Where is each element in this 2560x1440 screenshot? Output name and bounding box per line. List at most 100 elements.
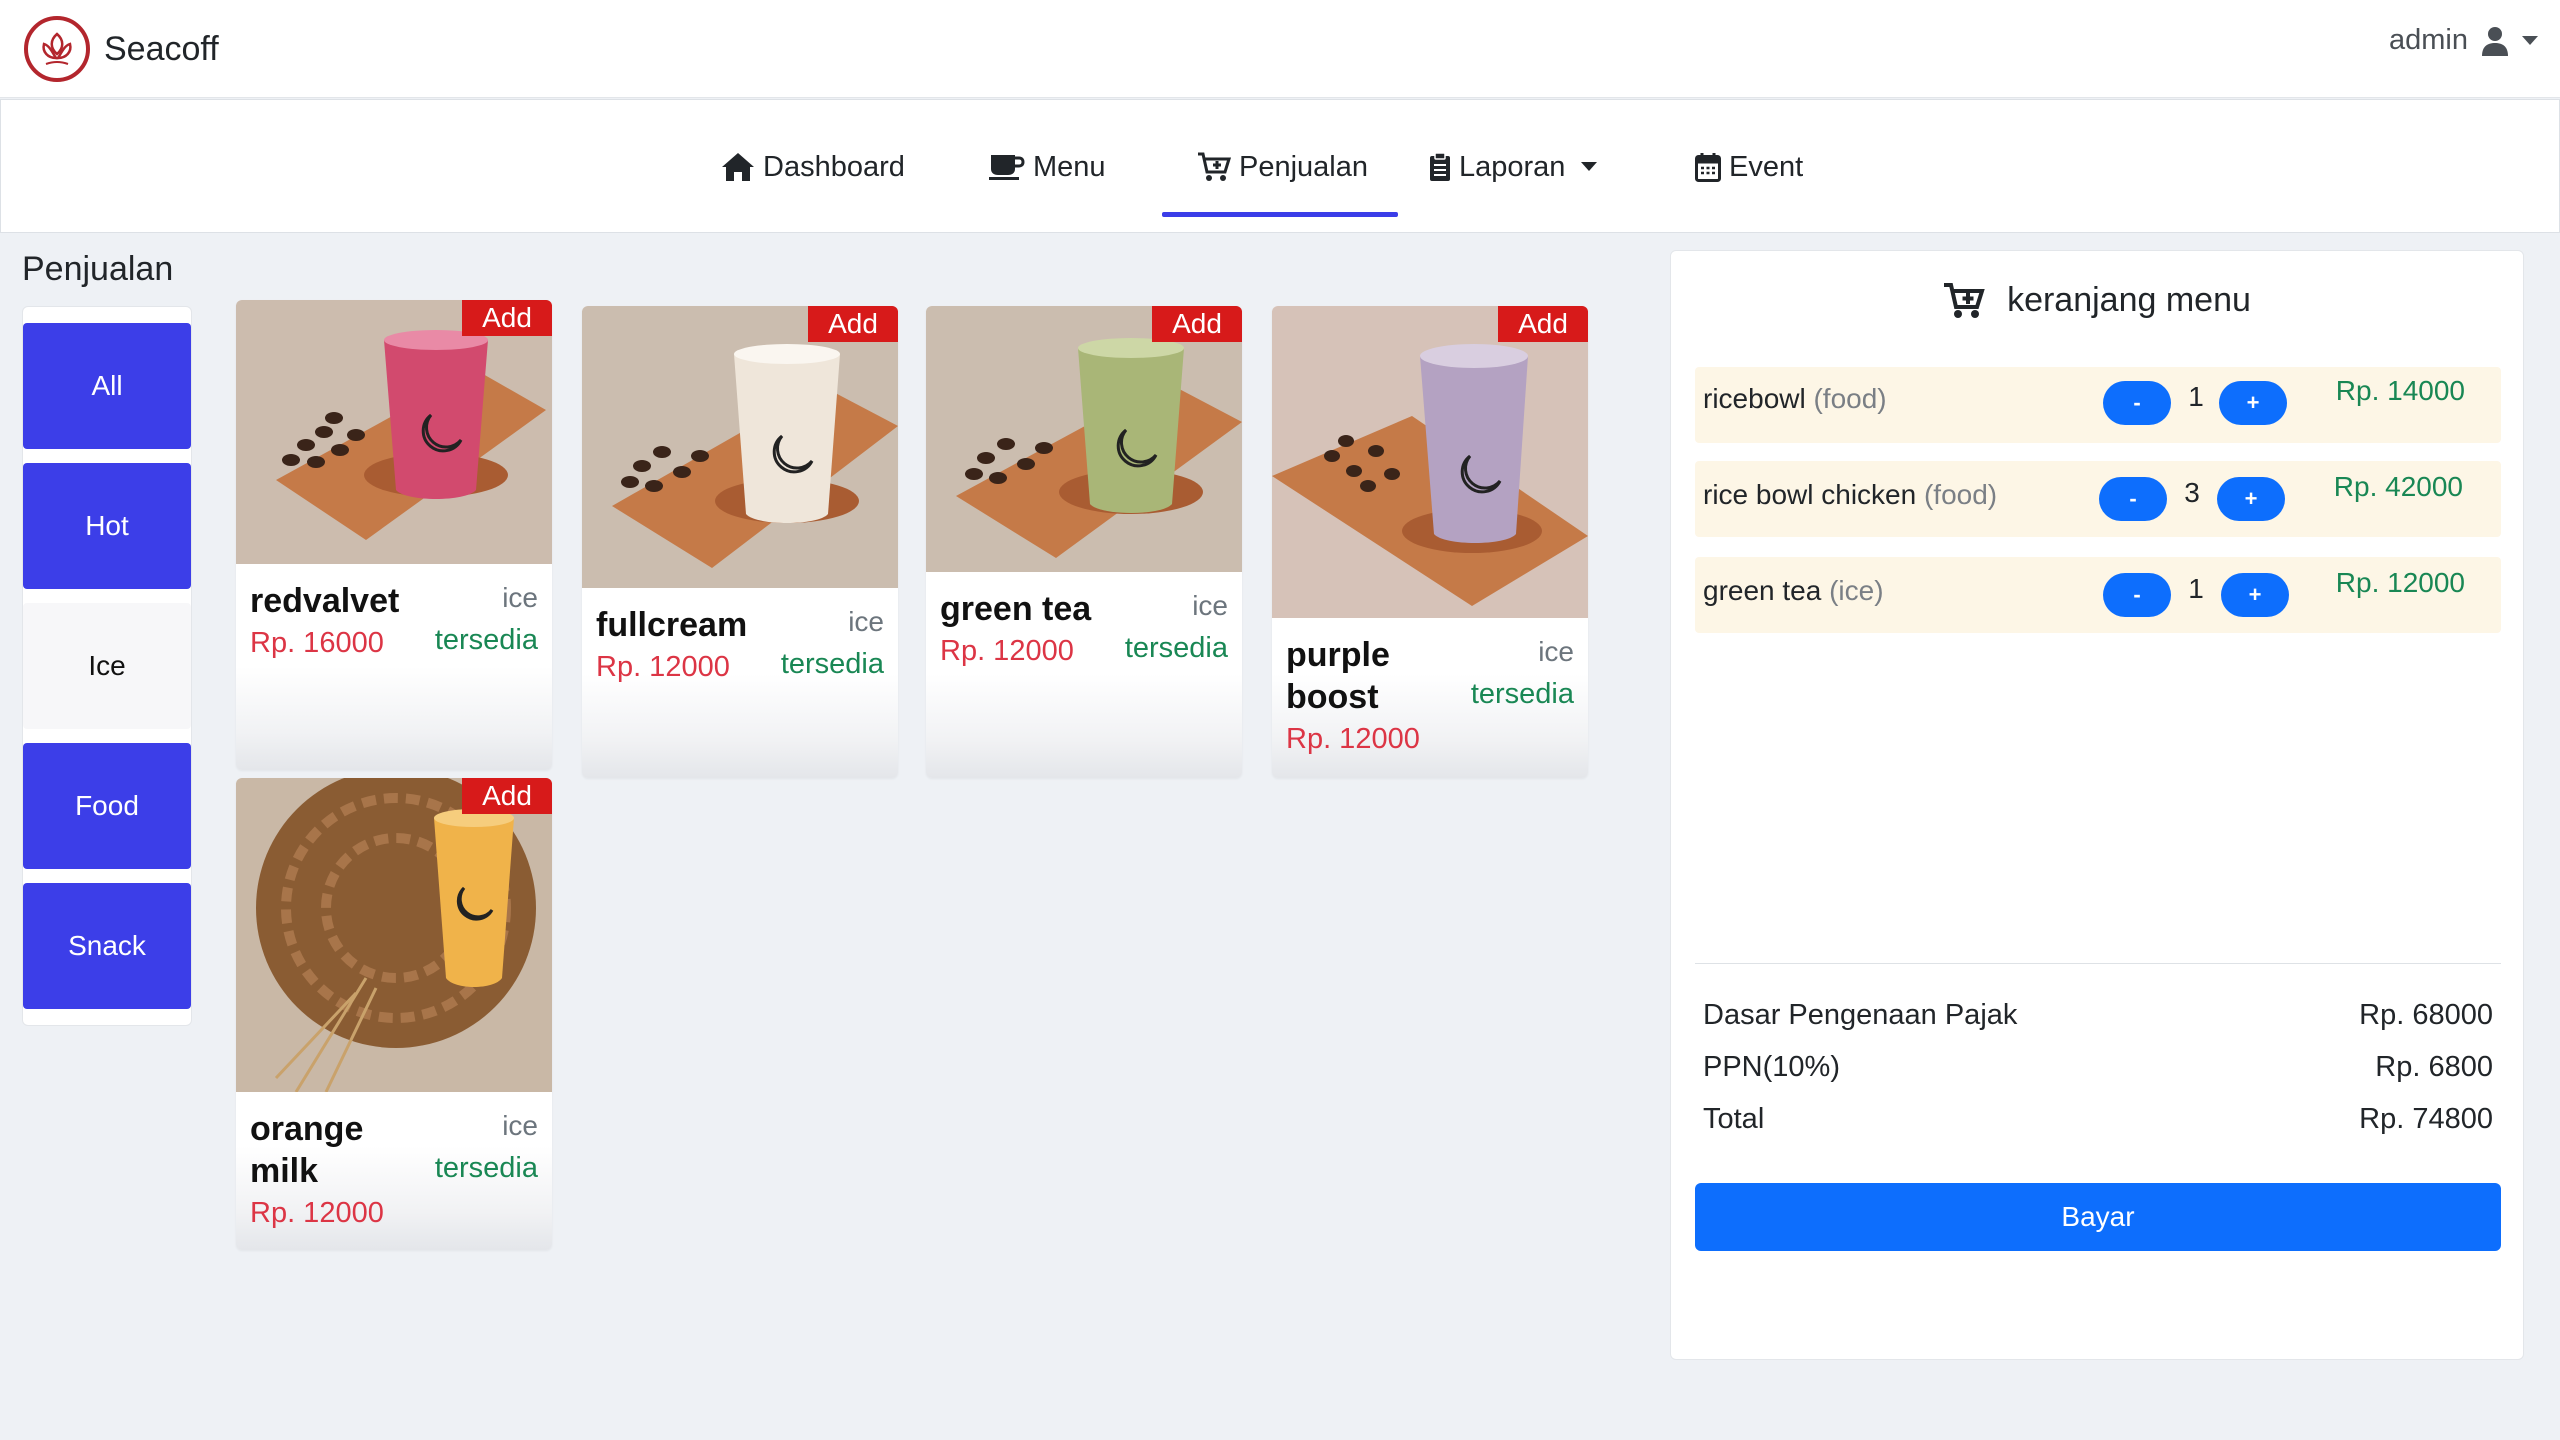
- home-icon: [722, 153, 754, 181]
- category-food-button[interactable]: Food: [23, 743, 191, 869]
- cart-item-title: ricebowl: [1703, 383, 1806, 414]
- product-name: fullcream: [596, 606, 748, 644]
- cart-item-price: Rp. 42000: [2333, 471, 2463, 502]
- nav-dashboard-label: Dashboard: [763, 150, 905, 183]
- clipboard-list-icon: [1430, 152, 1450, 181]
- cart-item-title: green tea: [1703, 575, 1822, 606]
- product-name: purple boost: [1286, 636, 1390, 716]
- cart-divider: [1695, 963, 2501, 964]
- ppn-value: Rp. 6800: [2375, 1051, 2493, 1083]
- add-button[interactable]: Add: [462, 778, 552, 814]
- product-card-green-tea[interactable]: Add green tea ice tersedia Rp. 12000: [926, 306, 1242, 778]
- product-status: tersedia: [780, 648, 884, 680]
- category-all-button[interactable]: All: [23, 323, 191, 449]
- nav-menu[interactable]: Menu: [989, 100, 1106, 234]
- product-image: Add: [236, 778, 552, 1092]
- increase-qty-button[interactable]: +: [2219, 381, 2287, 425]
- user-icon: [2482, 26, 2508, 56]
- coffee-cup-icon: [989, 155, 1025, 180]
- product-status: tersedia: [1470, 678, 1574, 710]
- user-menu[interactable]: admin: [2389, 24, 2538, 57]
- product-info: green tea ice tersedia Rp. 12000: [926, 572, 1242, 672]
- cart-item-green-tea: green tea (ice) - 1 + Rp. 12000: [1695, 557, 2501, 633]
- product-card-orange-milk[interactable]: Add orange milk ice tersedia Rp. 12000: [236, 778, 552, 1250]
- product-name: green tea: [940, 590, 1092, 628]
- quantity-value: 3: [2184, 477, 2200, 508]
- add-button[interactable]: Add: [808, 306, 898, 342]
- add-button[interactable]: Add: [1152, 306, 1242, 342]
- cart-item-rice-bowl-chicken: rice bowl chicken (food) - 3 + Rp. 42000: [1695, 461, 2501, 537]
- decrease-qty-button[interactable]: -: [2103, 381, 2171, 425]
- nav-event-label: Event: [1729, 150, 1804, 183]
- product-image: Add: [236, 300, 552, 564]
- nav-dashboard[interactable]: Dashboard: [721, 100, 905, 234]
- top-bar: Seacoff admin: [0, 0, 2560, 98]
- cart-item-price: Rp. 12000: [2335, 567, 2465, 598]
- summary-dpp: Dasar Pengenaan Pajak Rp. 68000: [1703, 999, 2493, 1032]
- caret-down-icon: [2522, 35, 2538, 45]
- cart-plus-icon: [1198, 152, 1231, 181]
- nav-active-indicator: [1162, 212, 1398, 217]
- total-value: Rp. 74800: [2359, 1103, 2493, 1135]
- product-image: Add: [926, 306, 1242, 572]
- product-status: tersedia: [1124, 632, 1228, 664]
- pay-button[interactable]: Bayar: [1695, 1183, 2501, 1251]
- product-card-purple-boost[interactable]: Add purple boost ice tersedia Rp. 12000: [1272, 306, 1588, 778]
- product-category: ice: [502, 1110, 538, 1141]
- product-category: ice: [1538, 636, 1574, 667]
- brand-name: Seacoff: [104, 29, 219, 68]
- add-button[interactable]: Add: [462, 300, 552, 336]
- cart-item-type: (food): [1813, 383, 1887, 414]
- product-info: fullcream ice tersedia Rp. 12000: [582, 588, 898, 688]
- total-label: Total: [1703, 1103, 1765, 1135]
- product-image: Add: [1272, 306, 1588, 618]
- nav-laporan[interactable]: Laporan: [1429, 100, 1605, 234]
- cart-plus-icon: [1944, 282, 1985, 318]
- product-category: ice: [1192, 590, 1228, 621]
- cart-panel: keranjang menu ricebowl (food) - 1 + Rp.…: [1670, 250, 2524, 1360]
- user-name: admin: [2389, 24, 2468, 56]
- product-image: Add: [582, 306, 898, 588]
- decrease-qty-button[interactable]: -: [2099, 477, 2167, 521]
- category-hot-button[interactable]: Hot: [23, 463, 191, 589]
- product-status: tersedia: [434, 1152, 538, 1184]
- category-ice-button[interactable]: Ice: [23, 603, 191, 729]
- summary-ppn: PPN(10%) Rp. 6800: [1703, 1051, 2493, 1084]
- cart-item-name: green tea (ice): [1703, 575, 1884, 607]
- ppn-label: PPN(10%): [1703, 1051, 1840, 1083]
- caret-down-icon: [1581, 162, 1598, 171]
- increase-qty-button[interactable]: +: [2221, 573, 2289, 617]
- increase-qty-button[interactable]: +: [2217, 477, 2285, 521]
- nav-menu-label: Menu: [1033, 150, 1106, 183]
- product-name: redvalvet: [250, 582, 400, 620]
- summary-total: Total Rp. 74800: [1703, 1103, 2493, 1136]
- product-category: ice: [848, 606, 884, 637]
- product-info: orange milk ice tersedia Rp. 12000: [236, 1092, 552, 1234]
- quantity-value: 1: [2188, 381, 2204, 412]
- cart-item-type: (food): [1923, 479, 1998, 510]
- product-category: ice: [502, 582, 538, 613]
- category-snack-button[interactable]: Snack: [23, 883, 191, 1009]
- calendar-icon: [1695, 153, 1721, 182]
- product-card-redvalvet[interactable]: Add redvalvet ice tersedia Rp. 16000: [236, 300, 552, 770]
- add-button[interactable]: Add: [1498, 306, 1588, 342]
- dpp-value: Rp. 68000: [2359, 999, 2493, 1031]
- nav-penjualan-label: Penjualan: [1239, 150, 1368, 183]
- cart-title: keranjang menu: [1671, 281, 2523, 320]
- product-price: Rp. 12000: [250, 1197, 384, 1229]
- product-name: orange milk: [250, 1110, 364, 1190]
- dpp-label: Dasar Pengenaan Pajak: [1703, 999, 2018, 1031]
- cart-title-label: keranjang menu: [2007, 281, 2251, 319]
- product-card-fullcream[interactable]: Add fullcream ice tersedia Rp. 12000: [582, 306, 898, 778]
- brand[interactable]: Seacoff: [24, 14, 219, 84]
- product-info: purple boost ice tersedia Rp. 12000: [1272, 618, 1588, 760]
- nav-laporan-label: Laporan: [1459, 150, 1566, 183]
- nav-event[interactable]: Event: [1695, 100, 1803, 234]
- quantity-value: 1: [2188, 573, 2204, 604]
- product-info: redvalvet ice tersedia Rp. 16000: [236, 564, 552, 664]
- brand-logo: [24, 16, 90, 82]
- cart-item-type: (ice): [1829, 575, 1884, 606]
- cart-item-price: Rp. 14000: [2335, 375, 2465, 406]
- cart-item-name: rice bowl chicken (food): [1703, 479, 1997, 511]
- decrease-qty-button[interactable]: -: [2103, 573, 2171, 617]
